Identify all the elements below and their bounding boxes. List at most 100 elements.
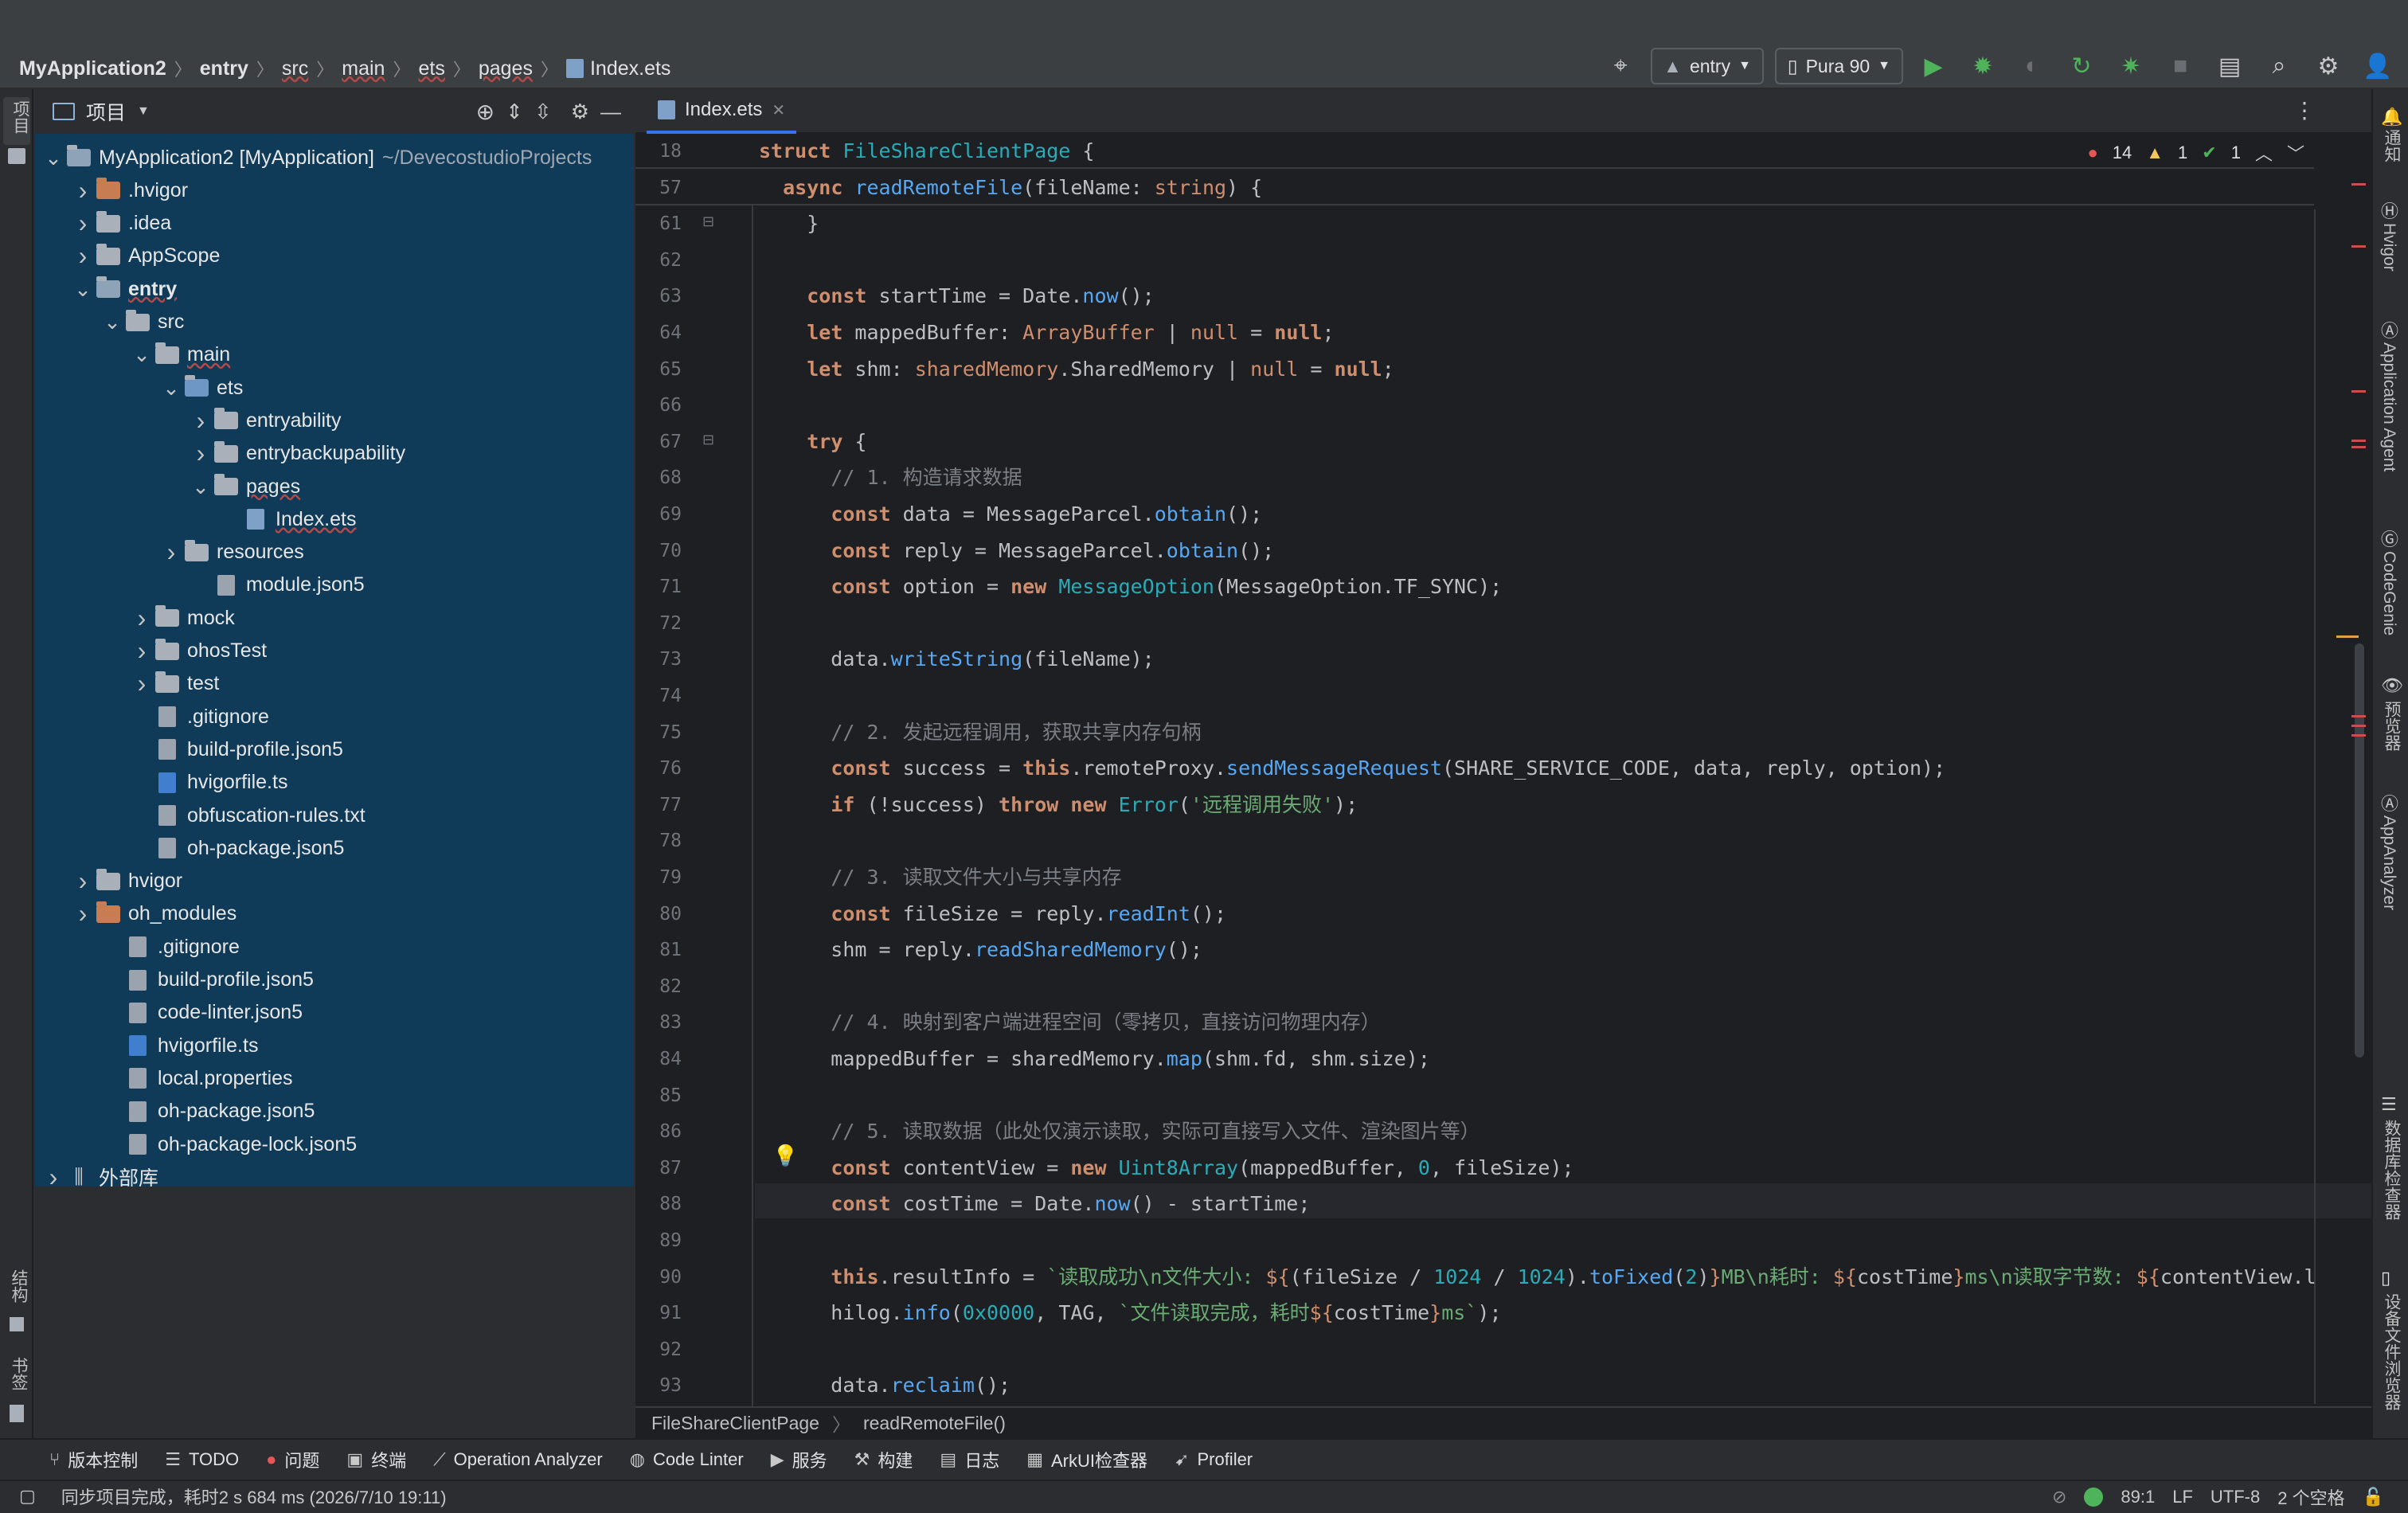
chevron-right-icon[interactable]: › xyxy=(71,241,95,271)
structure-tool-button[interactable]: 结构 xyxy=(6,1269,30,1303)
breadcrumb-src[interactable]: src xyxy=(282,57,308,80)
collapse-all-icon[interactable]: ⇳ xyxy=(534,100,552,124)
code-breadcrumb-struct[interactable]: FileShareClientPage xyxy=(651,1413,819,1434)
status-message[interactable]: 同步项目完成，耗时2 s 684 ms (2026/7/10 19:11) xyxy=(61,1484,447,1509)
code-breadcrumb-method[interactable]: readRemoteFile() xyxy=(863,1413,1006,1434)
more-options-icon[interactable]: ⋮ xyxy=(2293,97,2316,123)
breadcrumb-project[interactable]: MyApplication2 xyxy=(19,57,166,80)
tab-index-ets[interactable]: Index.ets ✕ xyxy=(647,89,797,134)
chevron-down-icon[interactable]: ▼ xyxy=(137,104,150,119)
breadcrumb-ets[interactable]: ets xyxy=(418,57,444,80)
previewer-tool-button[interactable]: 预览器 xyxy=(2379,701,2403,751)
next-highlight-icon[interactable]: ﹀ xyxy=(2287,140,2304,166)
tree-item[interactable]: › ohosTest xyxy=(130,635,267,667)
project-panel-title[interactable]: 项目 xyxy=(86,97,126,126)
chevron-down-icon[interactable]: ⌄ xyxy=(41,146,65,170)
appanalyzer-tool-button[interactable]: AppAnalyzer xyxy=(2379,815,2398,910)
stop-icon[interactable]: ■ xyxy=(2161,47,2199,85)
device-file-browser-tool-button[interactable]: 设备文件浏览器 xyxy=(2379,1293,2403,1410)
device-select[interactable]: ▯ Pura 90 ▼ xyxy=(1774,48,1903,84)
error-stripe-mark[interactable] xyxy=(2351,245,2366,248)
tree-item[interactable]: › AppScope xyxy=(71,240,221,272)
tree-item[interactable]: ⌄ pages xyxy=(189,471,300,502)
module-select[interactable]: ▲ entry ▼ xyxy=(1651,48,1764,84)
expand-all-icon[interactable]: ⇕ xyxy=(506,100,523,124)
fold-marker-icon[interactable]: ⊟ xyxy=(702,432,714,448)
hvigor-tool-button[interactable]: Hvigor xyxy=(2379,223,2398,272)
tree-item[interactable]: ⌄ src xyxy=(100,307,184,338)
warning-stripe-mark[interactable] xyxy=(2336,635,2359,638)
chevron-down-icon[interactable]: ⌄ xyxy=(159,376,183,401)
tree-item[interactable]: › test xyxy=(130,668,220,700)
profiler-tool-button[interactable]: ➹ Profiler xyxy=(1175,1449,1253,1470)
indent-setting[interactable]: 2 个空格 xyxy=(2277,1484,2344,1510)
notifications-icon[interactable]: 🔔 xyxy=(2381,107,2402,127)
tree-item[interactable]: › entrybackupability xyxy=(189,438,405,470)
application-agent-tool-button[interactable]: Application Agent xyxy=(2379,342,2398,471)
tree-item[interactable]: code-linter.json5 xyxy=(100,997,303,1029)
tree-item[interactable]: build-profile.json5 xyxy=(100,964,314,996)
log-tool-button[interactable]: ▤ 日志 xyxy=(940,1447,999,1472)
tree-item[interactable]: local.properties xyxy=(100,1062,293,1094)
chevron-right-icon[interactable]: › xyxy=(130,604,154,633)
error-stripe-mark[interactable] xyxy=(2351,183,2366,186)
notifications-tool-button[interactable]: 通知 xyxy=(2379,129,2403,162)
previous-highlight-icon[interactable]: ︿ xyxy=(2255,140,2273,166)
caret-position[interactable]: 89:1 xyxy=(2121,1487,2155,1507)
chevron-right-icon[interactable]: › xyxy=(71,899,95,929)
tree-item[interactable]: ⌄ ets xyxy=(159,372,243,404)
error-stripe-mark[interactable] xyxy=(2351,725,2366,727)
error-stripe-mark[interactable] xyxy=(2351,734,2366,737)
arkui-inspector-tool-button[interactable]: ▦ ArkUI检查器 xyxy=(1026,1447,1147,1472)
breadcrumb-main[interactable]: main xyxy=(342,57,385,80)
code-linter-tool-button[interactable]: ◍ Code Linter xyxy=(630,1449,744,1470)
services-tool-button[interactable]: ▶ 服务 xyxy=(771,1447,827,1472)
line-separator[interactable]: LF xyxy=(2172,1487,2193,1507)
scrollbar-thumb[interactable] xyxy=(2355,643,2364,1058)
operation-analyzer-tool-button[interactable]: ⟋ Operation Analyzer xyxy=(433,1449,603,1470)
project-tool-button[interactable]: 项目 xyxy=(3,97,30,145)
error-stripe-mark[interactable] xyxy=(2351,440,2366,442)
search-icon[interactable]: ⌕ xyxy=(2260,47,2298,85)
bookmarks-tool-button[interactable]: 书签 xyxy=(6,1357,30,1390)
chevron-right-icon[interactable]: › xyxy=(71,176,95,205)
chevron-right-icon[interactable]: › xyxy=(71,866,95,896)
tree-item[interactable]: .gitignore xyxy=(100,931,240,963)
tree-item[interactable]: hvigorfile.ts xyxy=(100,1030,258,1061)
tree-item[interactable]: ⌄ MyApplication2 [MyApplication] ~/Devecos… xyxy=(41,142,592,174)
chevron-right-icon[interactable]: › xyxy=(159,538,183,567)
error-stripe-mark[interactable] xyxy=(2351,446,2366,448)
chevron-right-icon[interactable]: › xyxy=(130,669,154,698)
tree-item[interactable]: oh-package.json5 xyxy=(100,1096,315,1128)
hide-panel-icon[interactable]: — xyxy=(600,100,621,124)
breadcrumb-entry[interactable]: entry xyxy=(200,57,248,80)
run-icon[interactable]: ▶ xyxy=(1914,47,1953,85)
todo-tool-button[interactable]: ☰ TODO xyxy=(165,1449,239,1470)
inspection-widget[interactable]: ● 14 ▲ 1 ✔ 1 ︿ ﹀ xyxy=(2087,140,2304,166)
tree-item[interactable]: oh-package.json5 xyxy=(130,832,344,864)
tree-item[interactable]: obfuscation-rules.txt xyxy=(130,800,366,831)
settings-gear-icon[interactable]: ⚙ xyxy=(2309,47,2347,85)
no-connection-icon[interactable]: ⊘ xyxy=(2052,1487,2066,1507)
chevron-right-icon[interactable]: › xyxy=(189,439,213,468)
breadcrumb-pages[interactable]: pages xyxy=(479,57,533,80)
codegenie-tool-button[interactable]: CodeGenie xyxy=(2379,551,2398,635)
tree-item[interactable]: ⌄ main xyxy=(130,339,230,371)
terminal-tool-button[interactable]: ▣ 终端 xyxy=(346,1447,406,1472)
panel-options-gear-icon[interactable]: ⚙ xyxy=(571,100,589,124)
close-icon[interactable]: ✕ xyxy=(772,100,785,120)
version-control-tool-button[interactable]: ⑂ 版本控制 xyxy=(49,1447,138,1472)
tree-item[interactable]: › resources xyxy=(159,537,304,569)
tree-item[interactable]: › hvigor xyxy=(71,866,182,897)
tree-item[interactable]: module.json5 xyxy=(189,569,365,601)
tree-item[interactable]: › entryability xyxy=(189,405,342,436)
chevron-down-icon[interactable]: ⌄ xyxy=(189,475,213,499)
tree-item[interactable]: build-profile.json5 xyxy=(130,733,343,765)
database-inspector-tool-button[interactable]: 数据库检查器 xyxy=(2379,1120,2403,1220)
attach-debugger-icon[interactable]: ✷ xyxy=(2112,47,2150,85)
target-icon[interactable]: ⌖ xyxy=(1601,47,1640,85)
tree-item[interactable]: oh-package-lock.json5 xyxy=(100,1128,357,1160)
account-icon[interactable]: 👤 xyxy=(2359,47,2397,85)
tree-item[interactable]: › mock xyxy=(130,602,235,634)
problems-tool-button[interactable]: ● 问题 xyxy=(266,1447,319,1472)
